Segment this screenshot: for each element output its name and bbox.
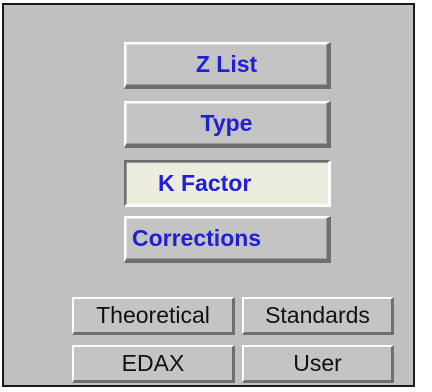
k-factor-button[interactable]: K Factor [124,160,331,207]
k-factor-label: K Factor [158,169,252,196]
theoretical-button[interactable]: Theoretical [72,297,235,335]
user-button[interactable]: User [242,345,394,383]
standards-button[interactable]: Standards [242,297,394,335]
user-label: User [293,350,342,376]
corrections-label: Corrections [132,225,262,251]
type-label: Type [200,110,253,136]
theoretical-label: Theoretical [96,302,210,328]
edax-label: EDAX [121,350,185,376]
z-list-label: Z List [195,51,258,77]
type-button[interactable]: Type [124,101,331,148]
quantification-panel: Z List Type K Factor Corrections Theoret… [2,3,415,387]
corrections-button[interactable]: Corrections [124,216,331,263]
standards-label: Standards [265,302,370,328]
edax-button[interactable]: EDAX [72,345,235,383]
z-list-button[interactable]: Z List [124,42,331,89]
